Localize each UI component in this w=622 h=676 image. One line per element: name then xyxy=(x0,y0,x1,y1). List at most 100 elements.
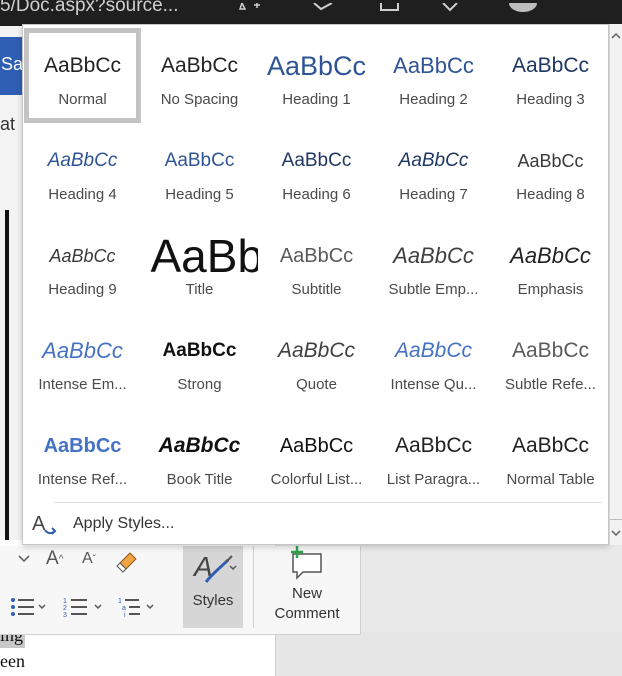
style-heading-4[interactable]: AaBbCc Heading 4 xyxy=(24,123,141,218)
style-name: Subtle Refe... xyxy=(505,376,596,393)
style-sample: AaBbCc xyxy=(394,434,473,457)
style-name: No Spacing xyxy=(160,91,239,108)
address-fragment[interactable]: 5/Doc.aspx?source... xyxy=(0,0,178,17)
style-sample: AaBbCc xyxy=(281,150,352,171)
multilevel-list-icon: 1 a i xyxy=(118,598,154,618)
style-sample: AaBbCc xyxy=(511,54,590,77)
style-name: Intense Em... xyxy=(38,376,127,393)
chevron-down-icon xyxy=(18,555,30,563)
numbered-list-icon: 1 2 3 xyxy=(63,598,102,618)
style-heading-3[interactable]: AaBbCc Heading 3 xyxy=(492,28,609,123)
style-name: Subtitle xyxy=(291,281,342,298)
style-intense-qu[interactable]: AaBbCc Intense Qu... xyxy=(375,313,492,408)
style-name: Heading 7 xyxy=(399,186,468,203)
new-comment-button[interactable]: New Comment xyxy=(253,546,360,628)
style-sample: AaBbCc xyxy=(49,245,116,266)
style-intense-em[interactable]: AaBbCc Intense Em... xyxy=(24,313,141,408)
style-strong[interactable]: AaBbCc Strong xyxy=(141,313,258,408)
scrollbar-separator xyxy=(610,519,622,520)
bullet-list-icon xyxy=(11,598,46,616)
style-heading-1[interactable]: AaBbCc Heading 1 xyxy=(258,28,375,123)
style-name: Heading 9 xyxy=(48,281,117,298)
style-sample: AaBbCc xyxy=(266,50,367,81)
style-sample: AaBb xyxy=(150,233,259,279)
style-name: Normal xyxy=(58,91,107,108)
svg-text:3: 3 xyxy=(63,612,67,618)
feedback-icon[interactable] xyxy=(312,0,338,11)
style-sample: AaBbCc xyxy=(277,339,356,362)
style-name: Heading 2 xyxy=(399,91,468,108)
shrink-font-button[interactable]: Aˇ xyxy=(82,550,96,568)
style-normal-table[interactable]: AaBbCc Normal Table xyxy=(492,408,609,503)
gallery-scrollbar[interactable] xyxy=(609,24,622,545)
avatar[interactable] xyxy=(508,0,537,12)
chevron-up-icon xyxy=(611,32,621,39)
grow-font-button[interactable]: A ^ xyxy=(46,548,63,570)
style-sample: AaBbCc xyxy=(279,244,354,267)
style-sample: AaBbCc xyxy=(43,54,122,77)
style-sample: AaBbCc xyxy=(517,150,584,171)
style-name: Heading 4 xyxy=(48,186,117,203)
clear-formatting-button[interactable] xyxy=(114,550,140,576)
apply-styles-icon: A xyxy=(32,513,57,535)
style-subtle-emp[interactable]: AaBbCc Subtle Emp... xyxy=(375,218,492,313)
style-sample: AaBbCc xyxy=(511,434,590,457)
style-normal[interactable]: AaBbCc Normal xyxy=(24,28,141,123)
style-book-title[interactable]: AaBbCc Book Title xyxy=(141,408,258,503)
scroll-up-button[interactable] xyxy=(610,26,622,46)
style-colorful-list[interactable]: AaBbCc Colorful List... xyxy=(258,408,375,503)
style-name: Heading 3 xyxy=(516,91,585,108)
style-name: Quote xyxy=(296,376,337,393)
expand-gallery-button[interactable] xyxy=(610,523,622,543)
style-intense-ref[interactable]: AaBbCc Intense Ref... xyxy=(24,408,141,503)
new-comment-label-line2: Comment xyxy=(274,605,340,622)
style-name: Strong xyxy=(177,376,222,393)
favorite-add-icon[interactable] xyxy=(238,0,264,10)
person-icon[interactable] xyxy=(440,0,466,12)
style-sample: AaBbCc xyxy=(398,150,469,171)
style-heading-9[interactable]: AaBbCc Heading 9 xyxy=(24,218,141,313)
styles-button[interactable]: A Styles xyxy=(183,546,243,628)
style-heading-5[interactable]: AaBbCc Heading 5 xyxy=(141,123,258,218)
style-emphasis[interactable]: AaBbCc Emphasis xyxy=(492,218,609,313)
apply-styles-label: Apply Styles... xyxy=(73,515,175,532)
style-sample: AaBbCc xyxy=(47,150,118,171)
style-sample: AaBbCc xyxy=(160,54,239,77)
style-sample: AaBbCc xyxy=(393,53,474,78)
bullets-button[interactable] xyxy=(10,596,48,618)
grow-font-icon: A xyxy=(46,548,59,569)
styles-grid: AaBbCc Normal AaBbCc No Spacing AaBbCc Headin… xyxy=(24,28,609,503)
window-icon[interactable] xyxy=(378,0,404,11)
style-list-paragra[interactable]: AaBbCc List Paragra... xyxy=(375,408,492,503)
style-heading-6[interactable]: AaBbCc Heading 6 xyxy=(258,123,375,218)
style-sample: AaBbCc xyxy=(42,338,123,363)
apply-styles-button[interactable]: A Apply Styles... xyxy=(31,509,174,539)
style-sample: AaBbCc xyxy=(158,434,241,457)
style-heading-2[interactable]: AaBbCc Heading 2 xyxy=(375,28,492,123)
font-size-dropdown[interactable] xyxy=(18,554,30,564)
style-heading-8[interactable]: AaBbCc Heading 8 xyxy=(492,123,609,218)
style-sample: AaBbCc xyxy=(162,340,237,361)
svg-text:1: 1 xyxy=(63,598,67,605)
svg-text:A: A xyxy=(32,513,46,535)
clear-formatting-icon xyxy=(116,552,137,573)
multilevel-list-button[interactable]: 1 a i xyxy=(118,596,158,618)
new-comment-icon xyxy=(291,546,322,580)
style-no-spacing[interactable]: AaBbCc No Spacing xyxy=(141,28,258,123)
svg-text:2: 2 xyxy=(63,605,67,612)
style-sample: AaBbCc xyxy=(43,434,122,457)
style-title[interactable]: AaBb Title xyxy=(141,218,259,313)
document-edge xyxy=(5,210,9,540)
style-heading-7[interactable]: AaBbCc Heading 7 xyxy=(375,123,492,218)
style-subtitle[interactable]: AaBbCc Subtitle xyxy=(258,218,375,313)
style-name: Heading 6 xyxy=(282,186,351,203)
numbering-button[interactable]: 1 2 3 xyxy=(63,596,107,618)
styles-gallery: AaBbCc Normal AaBbCc No Spacing AaBbCc Headin… xyxy=(22,24,609,545)
style-subtle-refe[interactable]: AaBbCc Subtle Refe... xyxy=(492,313,609,408)
style-name: Colorful List... xyxy=(270,471,363,488)
style-name: List Paragra... xyxy=(386,471,481,488)
style-quote[interactable]: AaBbCc Quote xyxy=(258,313,375,408)
style-name: Heading 1 xyxy=(282,91,351,108)
document-line[interactable]: een xyxy=(0,648,25,674)
ribbon-partial-label: at xyxy=(0,114,16,134)
